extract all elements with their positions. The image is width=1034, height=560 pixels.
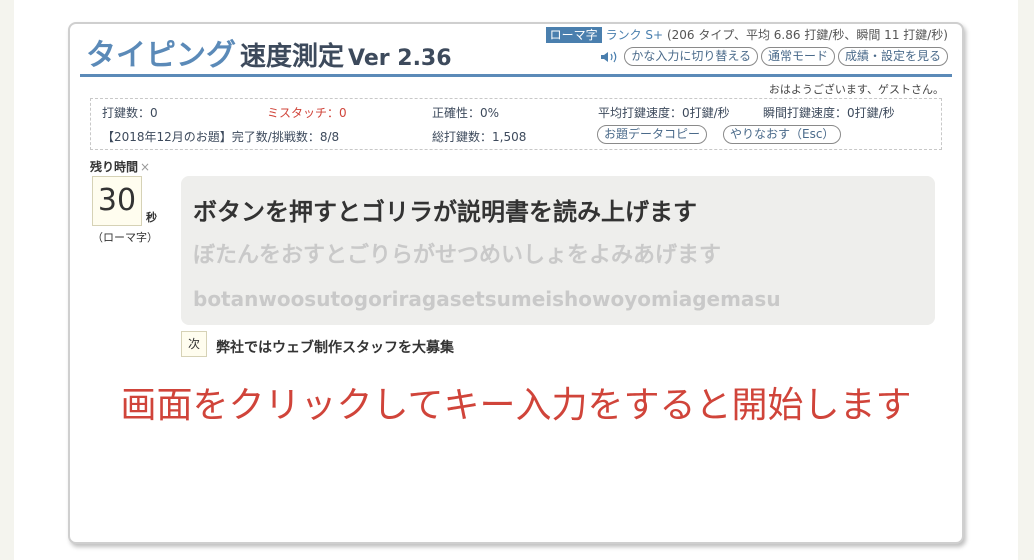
normal-mode-button[interactable]: 通常モード <box>760 47 835 66</box>
timer-label: 残り時間 × <box>90 158 150 175</box>
stat-instant-speed: 瞬間打鍵速度：0打鍵/秒 <box>763 106 895 120</box>
copy-data-button[interactable]: お題データコピー <box>597 125 708 144</box>
rank-detail: (206 タイプ、平均 6.86 打鍵/秒、瞬間 11 打鍵/秒) <box>666 28 948 42</box>
stat-accuracy: 正確性：0% <box>432 106 500 120</box>
timer-mode: （ローマ字） <box>92 231 158 244</box>
word-kana: ぼたんをおすとごりらがせつめいしょをよみあげます <box>193 243 722 268</box>
timer-unit: 秒 <box>146 211 157 224</box>
next-badge: 次 <box>181 331 207 357</box>
input-mode-badge: ローマ字 <box>545 27 602 43</box>
results-settings-button[interactable]: 成績・設定を見る <box>837 47 948 66</box>
start-message[interactable]: 画面をクリックしてキー入力をすると開始します <box>70 376 962 428</box>
rank-text: ランク S+ <box>605 28 664 42</box>
header-divider <box>80 74 952 77</box>
stat-keystrokes: 打鍵数：0 <box>102 106 158 120</box>
title-sub: 速度測定 <box>240 42 345 72</box>
timer-label-text: 残り時間 <box>90 160 139 174</box>
version-label: Ver 2.36 <box>348 46 452 71</box>
speaker-icon[interactable] <box>599 49 621 65</box>
rank-line: ローマ字 ランク S+ (206 タイプ、平均 6.86 打鍵/秒、瞬間 11 打… <box>545 26 948 43</box>
stats-panel: 打鍵数：0 ミスタッチ：0 正確性：0% 平均打鍵速度：0打鍵/秒 瞬間打鍵速度… <box>90 98 942 150</box>
page-title: タイピング 速度測定 Ver 2.36 <box>86 30 452 74</box>
word-romaji: botanwoosutogoriragasetsumeishowoyomiage… <box>193 287 781 311</box>
retry-button[interactable]: やりなおす（Esc） <box>723 125 842 144</box>
title-main: タイピング <box>86 38 236 73</box>
stat-total-keystrokes: 総打鍵数：1,508 <box>432 130 527 144</box>
kana-switch-button[interactable]: かな入力に切り替える <box>624 47 758 66</box>
stat-challenge: 【2018年12月のお題】完了数/挑戦数：8/8 <box>102 130 340 144</box>
greeting-text: おはようございます、ゲストさん。 <box>768 83 944 96</box>
stat-mistouch: ミスタッチ：0 <box>267 106 347 120</box>
stat-avg-speed: 平均打鍵速度：0打鍵/秒 <box>598 106 730 120</box>
timer-value: 30 <box>92 176 142 226</box>
word-kanji: ボタンを押すとゴリラが説明書を読み上げます <box>193 198 697 226</box>
typing-panel[interactable]: タイピング 速度測定 Ver 2.36 ローマ字 ランク S+ (206 タイプ、平均… <box>68 22 964 544</box>
next-word: 弊社ではウェブ制作スタッフを大募集 <box>216 340 454 356</box>
header-button-row: かな入力に切り替える 通常モード 成績・設定を見る <box>599 47 948 66</box>
close-icon[interactable]: × <box>140 160 150 174</box>
current-word-box[interactable]: ボタンを押すとゴリラが説明書を読み上げます ぼたんをおすとごりらがせつめいしょを… <box>181 176 935 325</box>
